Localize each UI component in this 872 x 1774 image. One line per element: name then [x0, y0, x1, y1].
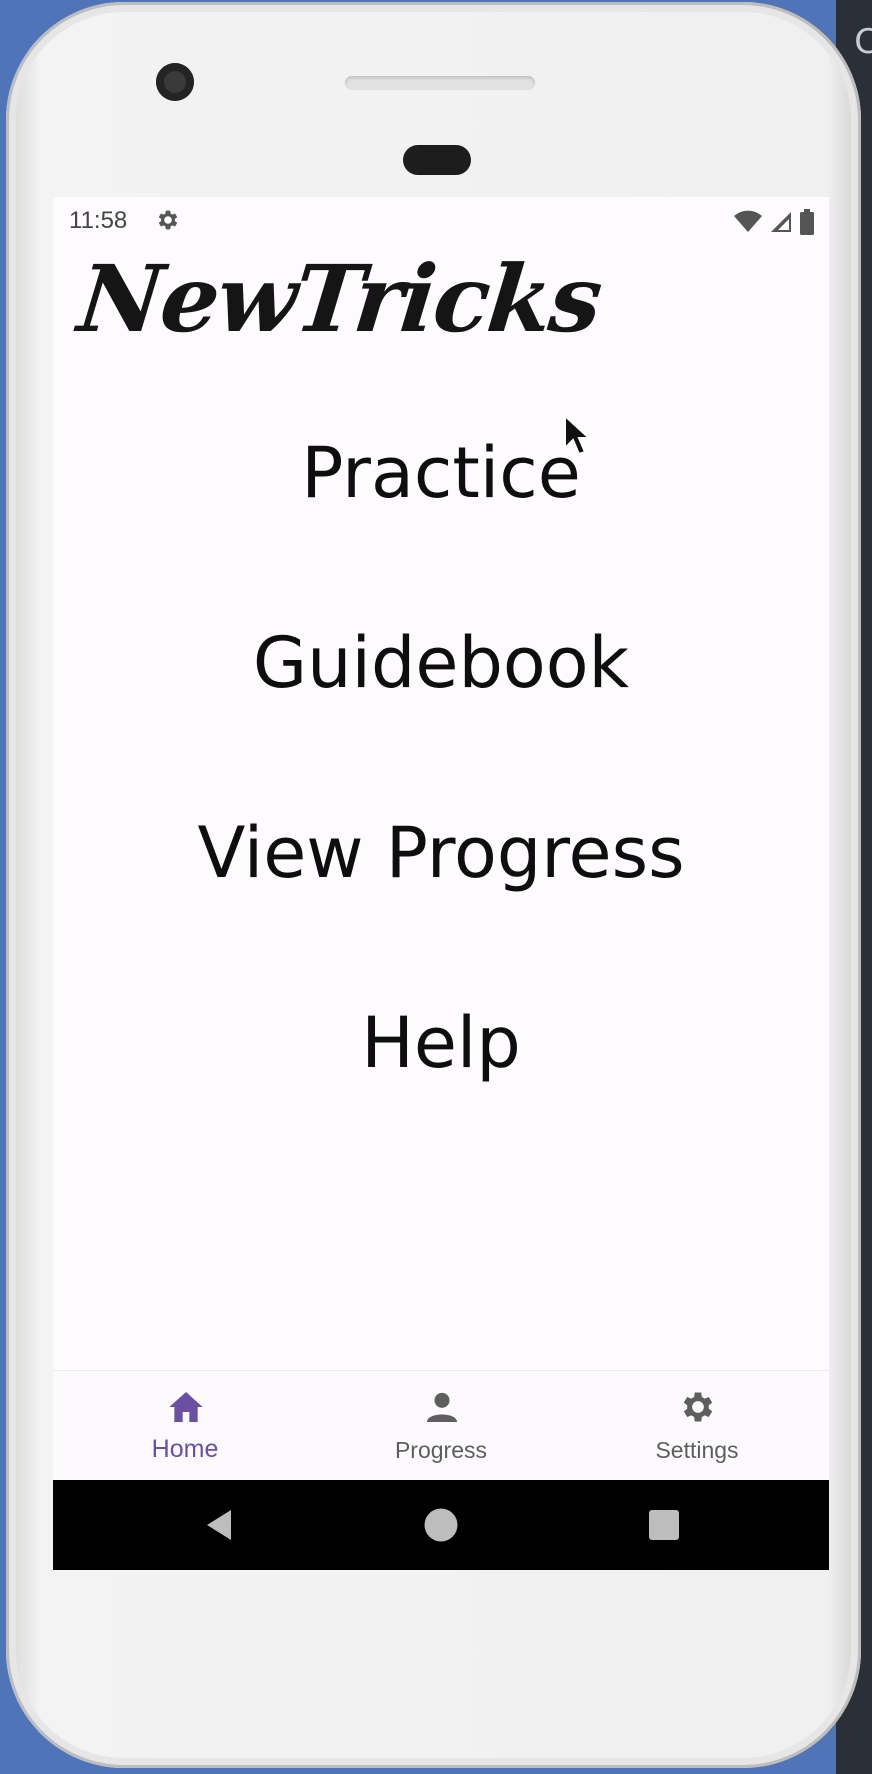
- nav-home[interactable]: Home: [56, 1371, 314, 1481]
- nav-settings[interactable]: Settings: [568, 1371, 826, 1481]
- home-icon: [169, 1392, 203, 1422]
- background-text: C: [854, 22, 872, 62]
- status-bar: 11:58: [53, 197, 829, 241]
- proximity-sensor: [403, 145, 471, 175]
- status-indicators: [733, 209, 815, 235]
- earpiece-speaker: [345, 76, 535, 90]
- phone-frame: 11:58 NewTricks Practice Guidebook View …: [6, 2, 861, 1768]
- bottom-navigation: Home Progress Settings: [53, 1370, 829, 1481]
- battery-icon: [800, 209, 814, 235]
- mouse-pointer-icon: [564, 414, 591, 456]
- phone-screen: 11:58 NewTricks Practice Guidebook View …: [53, 197, 829, 1570]
- nav-progress[interactable]: Progress: [312, 1371, 570, 1481]
- front-camera: [156, 63, 194, 101]
- recents-icon[interactable]: [646, 1507, 682, 1543]
- nav-settings-label: Settings: [655, 1437, 739, 1463]
- home-circle-icon[interactable]: [423, 1507, 459, 1543]
- signal-icon: [771, 212, 791, 232]
- gear-icon: [683, 1392, 713, 1422]
- nav-progress-label: Progress: [394, 1437, 488, 1463]
- practice-button[interactable]: Practice: [53, 432, 829, 514]
- wifi-icon: [734, 210, 762, 232]
- nav-home-label: Home: [151, 1435, 219, 1463]
- status-gear-icon: [158, 210, 178, 230]
- app-title: NewTricks: [73, 245, 606, 353]
- person-icon: [427, 1392, 457, 1422]
- status-time: 11:58: [69, 207, 128, 234]
- back-icon[interactable]: [201, 1507, 237, 1543]
- system-navigation-bar: [53, 1480, 829, 1570]
- guidebook-button[interactable]: Guidebook: [53, 622, 829, 704]
- view-progress-button[interactable]: View Progress: [53, 812, 829, 894]
- help-button[interactable]: Help: [53, 1002, 829, 1084]
